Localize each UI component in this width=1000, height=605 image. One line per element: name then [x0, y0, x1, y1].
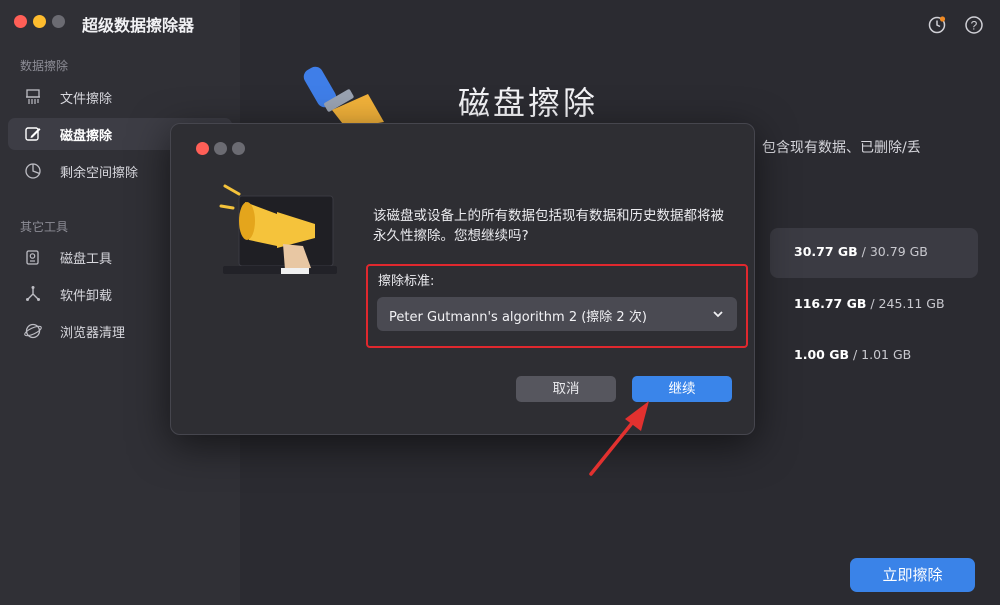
pie-chart-icon	[25, 163, 41, 179]
wipe-standard-label: 擦除标准:	[378, 274, 435, 289]
sidebar-item-label: 磁盘工具	[60, 252, 113, 267]
page-title: 磁盘擦除	[458, 84, 599, 122]
shredder-icon	[26, 89, 40, 104]
page-description: 包含现有数据、已删除/丢	[762, 140, 921, 156]
app-title: 超级数据擦除器	[82, 16, 195, 35]
wipe-standard-value: Peter Gutmann's algorithm 2 (擦除 2 次)	[389, 310, 647, 325]
disk-size: 116.77 GB / 245.11 GB	[794, 296, 945, 311]
uninstall-icon	[26, 286, 40, 301]
megaphone-icon	[219, 184, 337, 274]
disk-row[interactable]: 30.77 GB / 30.79 GB	[770, 228, 978, 278]
svg-text:?: ?	[971, 19, 978, 33]
wipe-now-button[interactable]: 立即擦除	[850, 558, 975, 592]
sidebar-item-label: 文件擦除	[60, 92, 113, 107]
minimize-window-button[interactable]	[33, 15, 46, 28]
help-icon[interactable]: ?	[964, 15, 984, 35]
brush-logo-icon	[303, 66, 384, 128]
sidebar-item-label: 磁盘擦除	[60, 129, 113, 144]
close-window-button[interactable]	[14, 15, 27, 28]
zoom-window-button[interactable]	[52, 15, 65, 28]
confirm-dialog: 该磁盘或设备上的所有数据包括现有数据和历史数据都将被永久性擦除。您想继续吗? 擦…	[170, 123, 755, 435]
disk-row[interactable]: 1.00 GB / 1.01 GB	[770, 331, 978, 381]
dialog-minimize-button	[214, 142, 227, 155]
annotation-arrow-icon	[589, 401, 649, 476]
history-icon[interactable]	[927, 15, 947, 35]
wipe-standard-highlight: 擦除标准: Peter Gutmann's algorithm 2 (擦除 2 …	[366, 264, 748, 348]
browser-icon	[24, 323, 42, 339]
sidebar-item-label: 软件卸载	[60, 289, 113, 304]
disk-row[interactable]: 116.77 GB / 245.11 GB	[770, 280, 978, 330]
dialog-zoom-button	[232, 142, 245, 155]
dialog-close-button[interactable]	[196, 142, 209, 155]
sidebar-item-label: 剩余空间擦除	[60, 166, 139, 181]
disk-edit-icon	[25, 127, 41, 141]
disk-tool-icon	[26, 250, 39, 265]
wipe-standard-select[interactable]: Peter Gutmann's algorithm 2 (擦除 2 次)	[377, 297, 737, 331]
dialog-message: 该磁盘或设备上的所有数据包括现有数据和历史数据都将被永久性擦除。您想继续吗?	[373, 208, 724, 244]
chevron-down-icon	[713, 311, 723, 318]
sidebar-item-label: 浏览器清理	[60, 326, 126, 341]
disk-size: 1.00 GB / 1.01 GB	[794, 347, 912, 362]
disk-size: 30.77 GB / 30.79 GB	[794, 244, 928, 259]
section-label-data-wipe: 数据擦除	[20, 59, 69, 73]
sidebar-item-file-wipe[interactable]: 文件擦除	[8, 81, 232, 113]
section-label-other-tools: 其它工具	[20, 220, 69, 234]
